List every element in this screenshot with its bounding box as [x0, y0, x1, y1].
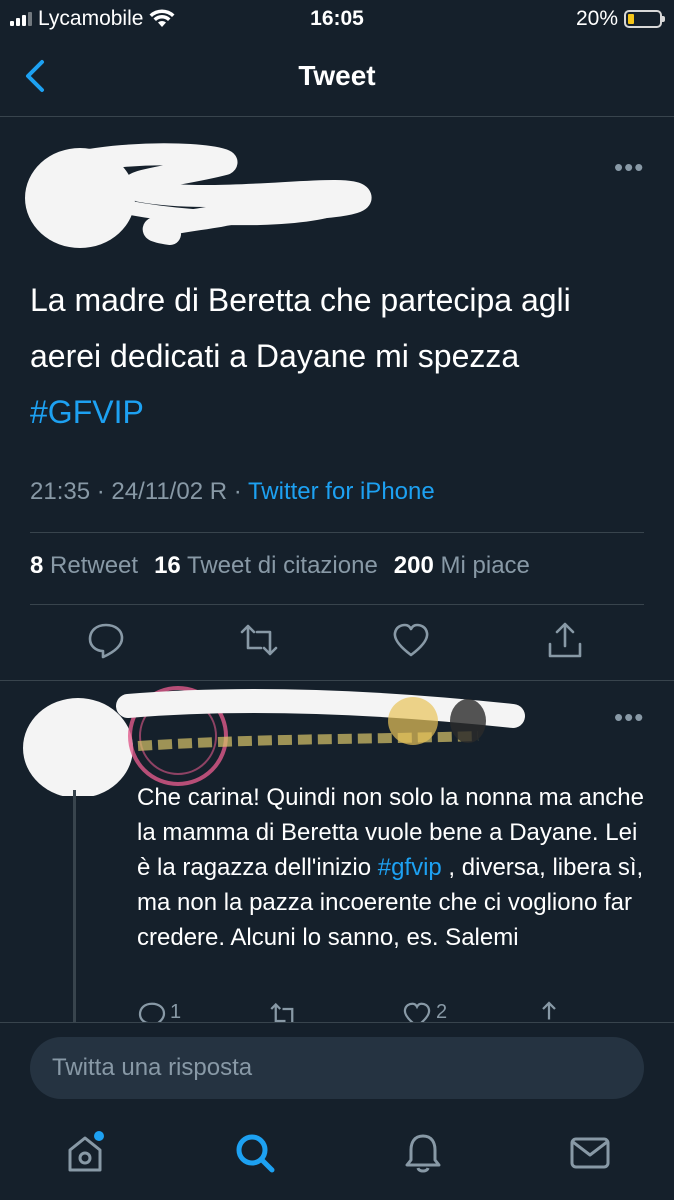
compose-bar: Twitta una risposta: [0, 1022, 674, 1111]
like-icon[interactable]: [391, 620, 431, 660]
tweet-text: La madre di Beretta che partecipa agli a…: [30, 272, 650, 440]
tweet-hashtag[interactable]: #GFVIP: [30, 394, 144, 430]
meta-separator: ·: [233, 478, 242, 505]
reply-text: Che carina! Quindi non solo la nonna ma …: [137, 780, 647, 955]
tweet-time: 21:35: [30, 478, 91, 505]
tab-bar: [0, 1110, 674, 1200]
battery-percent: 20%: [575, 7, 618, 30]
reply-reply-count: 1: [170, 1001, 182, 1022]
retweet-stat[interactable]: 8 Retweet: [30, 552, 138, 580]
redacted-author-scribble: [25, 143, 372, 248]
status-bar: Lycamobile 16:05 20%: [0, 0, 674, 38]
reply-actions: 1 2: [0, 998, 674, 1022]
reply-more-icon[interactable]: •••: [614, 702, 644, 733]
search-icon[interactable]: [232, 1130, 278, 1176]
reply-like-icon[interactable]: [402, 1000, 432, 1022]
reply-hashtag[interactable]: #gfvip: [378, 854, 442, 881]
reply-icon[interactable]: [86, 620, 126, 660]
tweet-more-icon[interactable]: •••: [614, 152, 644, 183]
battery-icon: [624, 10, 665, 28]
redacted-reply-author-scribble: [23, 686, 525, 796]
nav-bar: Tweet: [0, 38, 674, 117]
meta-separator: ·: [96, 478, 105, 505]
retweet-icon[interactable]: [239, 620, 279, 660]
home-badge: [94, 1131, 104, 1141]
tweet-source-link[interactable]: Twitter for iPhone: [248, 478, 435, 505]
page-title: Tweet: [298, 60, 376, 91]
tweet-stats: 8 Retweet 16 Tweet di citazione 200 Mi p…: [30, 552, 530, 580]
notifications-icon[interactable]: [400, 1130, 446, 1176]
reply-share-icon[interactable]: [534, 1000, 564, 1022]
tweet-meta: 21:35 · 24/11/02 R · Twitter for iPhone: [30, 478, 435, 506]
share-icon[interactable]: [545, 620, 585, 660]
tweet-body: La madre di Beretta che partecipa agli a…: [30, 282, 571, 374]
like-stat[interactable]: 200 Mi piace: [394, 552, 530, 580]
reply-input[interactable]: Twitta una risposta: [30, 1037, 644, 1099]
quote-stat[interactable]: 16 Tweet di citazione: [154, 552, 378, 580]
clock: 16:05: [310, 7, 364, 30]
divider: [30, 532, 644, 533]
reply-reply-icon[interactable]: [137, 1000, 167, 1022]
tweet-actions: [0, 620, 674, 666]
home-icon[interactable]: [62, 1130, 108, 1176]
thread-line: [73, 790, 76, 1022]
messages-icon[interactable]: [567, 1130, 613, 1176]
battery-status: 20%: [575, 7, 665, 31]
divider: [30, 604, 644, 605]
reply-like-count: 2: [436, 1001, 448, 1022]
tweet-date: 24/11/02 R: [111, 478, 228, 505]
reply-retweet-icon[interactable]: [268, 1000, 300, 1022]
